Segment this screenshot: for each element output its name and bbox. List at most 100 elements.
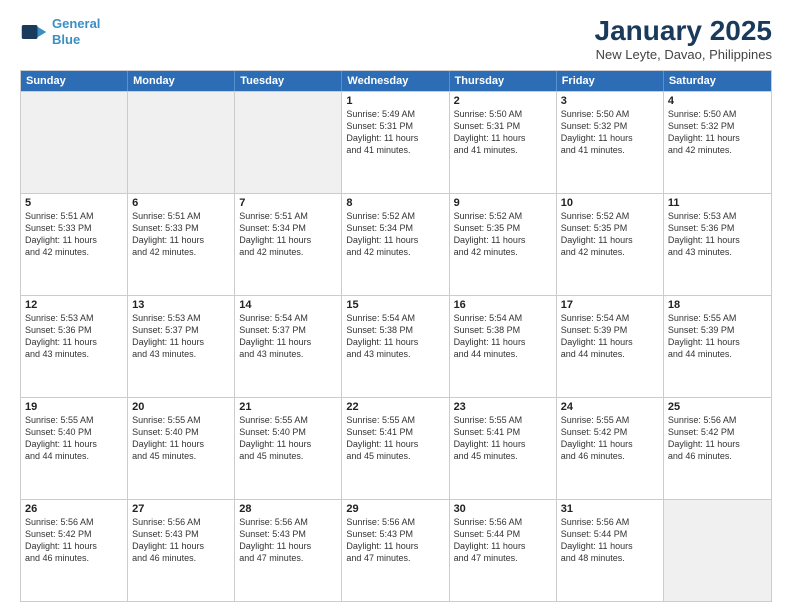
calendar-cell: 12Sunrise: 5:53 AM Sunset: 5:36 PM Dayli… (21, 296, 128, 397)
day-info: Sunrise: 5:51 AM Sunset: 5:34 PM Dayligh… (239, 210, 337, 259)
logo-icon (20, 18, 48, 46)
day-number: 1 (346, 95, 444, 107)
weekday-header: Monday (128, 71, 235, 91)
calendar-cell: 20Sunrise: 5:55 AM Sunset: 5:40 PM Dayli… (128, 398, 235, 499)
day-info: Sunrise: 5:52 AM Sunset: 5:34 PM Dayligh… (346, 210, 444, 259)
title-block: January 2025 New Leyte, Davao, Philippin… (595, 16, 772, 62)
day-info: Sunrise: 5:54 AM Sunset: 5:37 PM Dayligh… (239, 312, 337, 361)
day-number: 2 (454, 95, 552, 107)
day-number: 6 (132, 197, 230, 209)
calendar-cell: 2Sunrise: 5:50 AM Sunset: 5:31 PM Daylig… (450, 92, 557, 193)
day-number: 3 (561, 95, 659, 107)
calendar-cell: 29Sunrise: 5:56 AM Sunset: 5:43 PM Dayli… (342, 500, 449, 601)
day-number: 10 (561, 197, 659, 209)
weekday-header: Tuesday (235, 71, 342, 91)
calendar-row: 19 Sunrise: 5:55 AM Sunset: 5:40 PM Dayli… (21, 397, 771, 499)
day-number: 5 (25, 197, 123, 209)
calendar-cell: 23Sunrise: 5:55 AM Sunset: 5:41 PM Dayli… (450, 398, 557, 499)
day-info: Sunrise: 5:52 AM Sunset: 5:35 PM Dayligh… (454, 210, 552, 259)
header: General Blue January 2025 New Leyte, Dav… (20, 16, 772, 62)
day-info: Sunrise: 5:56 AM Sunset: 5:43 PM Dayligh… (132, 516, 230, 565)
weekday-header: Wednesday (342, 71, 449, 91)
day-info: Sunrise: 5:51 AM Sunset: 5:33 PM Dayligh… (132, 210, 230, 259)
day-info: Sunrise: 5:54 AM Sunset: 5:38 PM Dayligh… (346, 312, 444, 361)
calendar-cell: 27Sunrise: 5:56 AM Sunset: 5:43 PM Dayli… (128, 500, 235, 601)
day-number: 7 (239, 197, 337, 209)
logo: General Blue (20, 16, 100, 47)
day-number: 31 (561, 503, 659, 515)
day-info: Sunrise: 5:56 AM Sunset: 5:44 PM Dayligh… (454, 516, 552, 565)
logo-line2: Blue (52, 32, 80, 47)
day-info: Sunrise: 5:55 AM Sunset: 5:41 PM Dayligh… (454, 414, 552, 463)
calendar-cell: 7Sunrise: 5:51 AM Sunset: 5:34 PM Daylig… (235, 194, 342, 295)
calendar-cell: 30Sunrise: 5:56 AM Sunset: 5:44 PM Dayli… (450, 500, 557, 601)
calendar-cell (128, 92, 235, 193)
weekday-header: Friday (557, 71, 664, 91)
day-number: 12 (25, 299, 123, 311)
day-info: Sunrise: 5:50 AM Sunset: 5:31 PM Dayligh… (454, 108, 552, 157)
calendar-cell: 10Sunrise: 5:52 AM Sunset: 5:35 PM Dayli… (557, 194, 664, 295)
calendar-cell: 21Sunrise: 5:55 AM Sunset: 5:40 PM Dayli… (235, 398, 342, 499)
day-info: Sunrise: 5:53 AM Sunset: 5:37 PM Dayligh… (132, 312, 230, 361)
day-number: 20 (132, 401, 230, 413)
calendar-cell: 15Sunrise: 5:54 AM Sunset: 5:38 PM Dayli… (342, 296, 449, 397)
day-number: 13 (132, 299, 230, 311)
day-info: Sunrise: 5:53 AM Sunset: 5:36 PM Dayligh… (25, 312, 123, 361)
day-number: 30 (454, 503, 552, 515)
day-info: Sunrise: 5:54 AM Sunset: 5:38 PM Dayligh… (454, 312, 552, 361)
calendar-cell: 16Sunrise: 5:54 AM Sunset: 5:38 PM Dayli… (450, 296, 557, 397)
calendar-cell: 26Sunrise: 5:56 AM Sunset: 5:42 PM Dayli… (21, 500, 128, 601)
calendar-cell: 17Sunrise: 5:54 AM Sunset: 5:39 PM Dayli… (557, 296, 664, 397)
day-info: Sunrise: 5:53 AM Sunset: 5:36 PM Dayligh… (668, 210, 767, 259)
day-number: 24 (561, 401, 659, 413)
day-number: 26 (25, 503, 123, 515)
calendar-cell: 19Sunrise: 5:55 AM Sunset: 5:40 PM Dayli… (21, 398, 128, 499)
subtitle: New Leyte, Davao, Philippines (595, 47, 772, 62)
calendar-body: 1Sunrise: 5:49 AM Sunset: 5:31 PM Daylig… (21, 91, 771, 601)
day-info: Sunrise: 5:55 AM Sunset: 5:40 PM Dayligh… (239, 414, 337, 463)
day-info: Sunrise: 5:56 AM Sunset: 5:43 PM Dayligh… (239, 516, 337, 565)
day-info: Sunrise: 5:49 AM Sunset: 5:31 PM Dayligh… (346, 108, 444, 157)
day-info: Sunrise: 5:56 AM Sunset: 5:44 PM Dayligh… (561, 516, 659, 565)
calendar-cell: 24Sunrise: 5:55 AM Sunset: 5:42 PM Dayli… (557, 398, 664, 499)
day-info: Sunrise: 5:55 AM Sunset: 5:40 PM Dayligh… (132, 414, 230, 463)
calendar-cell: 14Sunrise: 5:54 AM Sunset: 5:37 PM Dayli… (235, 296, 342, 397)
day-info: Sunrise: 5:56 AM Sunset: 5:42 PM Dayligh… (25, 516, 123, 565)
day-number: 27 (132, 503, 230, 515)
calendar-cell: 3Sunrise: 5:50 AM Sunset: 5:32 PM Daylig… (557, 92, 664, 193)
day-number: 21 (239, 401, 337, 413)
day-number: 4 (668, 95, 767, 107)
day-info: Sunrise: 5:50 AM Sunset: 5:32 PM Dayligh… (668, 108, 767, 157)
day-info: Sunrise: 5:51 AM Sunset: 5:33 PM Dayligh… (25, 210, 123, 259)
calendar-cell (21, 92, 128, 193)
day-number: 28 (239, 503, 337, 515)
calendar-cell: 31Sunrise: 5:56 AM Sunset: 5:44 PM Dayli… (557, 500, 664, 601)
day-number: 8 (346, 197, 444, 209)
day-number: 19 (25, 401, 123, 413)
day-number: 16 (454, 299, 552, 311)
calendar-row: 1Sunrise: 5:49 AM Sunset: 5:31 PM Daylig… (21, 91, 771, 193)
calendar-cell: 6Sunrise: 5:51 AM Sunset: 5:33 PM Daylig… (128, 194, 235, 295)
day-number: 22 (346, 401, 444, 413)
calendar-cell (664, 500, 771, 601)
day-info: Sunrise: 5:50 AM Sunset: 5:32 PM Dayligh… (561, 108, 659, 157)
day-number: 17 (561, 299, 659, 311)
logo-text: General Blue (52, 16, 100, 47)
calendar-cell: 5Sunrise: 5:51 AM Sunset: 5:33 PM Daylig… (21, 194, 128, 295)
day-number: 29 (346, 503, 444, 515)
day-number: 14 (239, 299, 337, 311)
calendar-cell: 28Sunrise: 5:56 AM Sunset: 5:43 PM Dayli… (235, 500, 342, 601)
day-info: Sunrise: 5:52 AM Sunset: 5:35 PM Dayligh… (561, 210, 659, 259)
calendar: SundayMondayTuesdayWednesdayThursdayFrid… (20, 70, 772, 602)
calendar-header: SundayMondayTuesdayWednesdayThursdayFrid… (21, 71, 771, 91)
day-info: Sunrise: 5:56 AM Sunset: 5:42 PM Dayligh… (668, 414, 767, 463)
calendar-row: 26Sunrise: 5:56 AM Sunset: 5:42 PM Dayli… (21, 499, 771, 601)
calendar-row: 12Sunrise: 5:53 AM Sunset: 5:36 PM Dayli… (21, 295, 771, 397)
calendar-cell (235, 92, 342, 193)
day-info: Sunrise: 5:55 AM Sunset: 5:39 PM Dayligh… (668, 312, 767, 361)
calendar-cell: 25Sunrise: 5:56 AM Sunset: 5:42 PM Dayli… (664, 398, 771, 499)
day-info: Sunrise: 5:55 AM Sunset: 5:41 PM Dayligh… (346, 414, 444, 463)
calendar-cell: 11Sunrise: 5:53 AM Sunset: 5:36 PM Dayli… (664, 194, 771, 295)
calendar-cell: 22Sunrise: 5:55 AM Sunset: 5:41 PM Dayli… (342, 398, 449, 499)
day-info: Sunrise: 5:55 AM Sunset: 5:42 PM Dayligh… (561, 414, 659, 463)
